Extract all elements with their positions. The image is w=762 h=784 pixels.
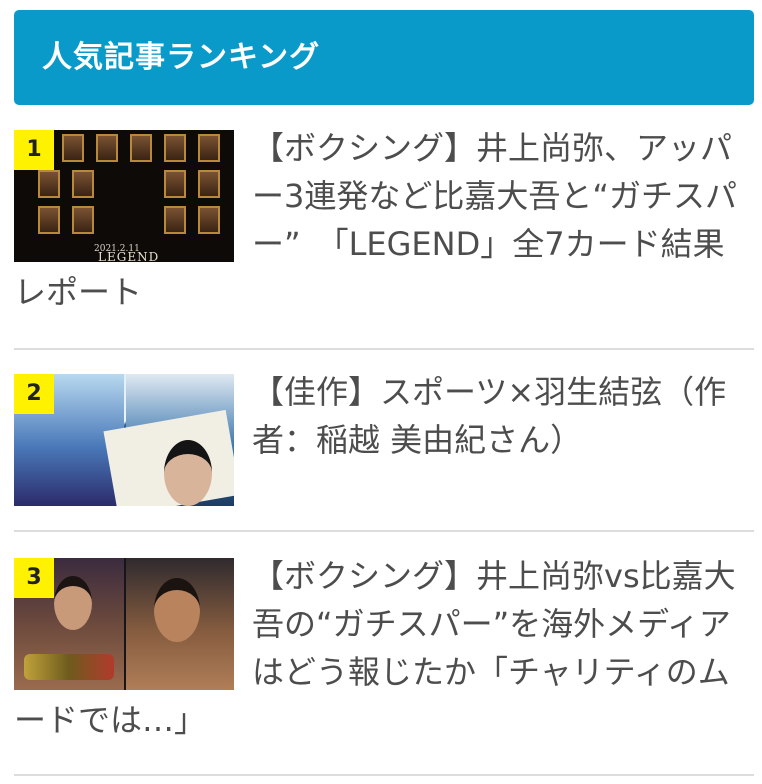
rank-badge-3: 3 xyxy=(14,558,54,598)
boxer-head xyxy=(154,578,200,642)
article-thumbnail-2[interactable]: 2 xyxy=(14,374,234,506)
championship-belt xyxy=(24,654,114,680)
item-divider xyxy=(14,774,754,776)
rank-badge-2: 2 xyxy=(14,374,54,414)
ranking-widget: 人気記事ランキング 1 2021.2.11 LEGEND 【ボクシング】井上尚弥… xyxy=(0,0,762,784)
item-divider xyxy=(14,530,754,532)
legend-logo: LEGEND xyxy=(98,250,160,262)
article-thumbnail-1[interactable]: 1 2021.2.11 LEGEND xyxy=(14,130,234,262)
skater-face xyxy=(164,440,212,506)
ranking-item-2[interactable]: 2 【佳作】スポーツ×羽生結弦（作者：稲越 美由紀さん） xyxy=(14,368,754,506)
poster-frame xyxy=(198,170,220,198)
poster-frame xyxy=(72,170,94,198)
item-divider xyxy=(14,348,754,350)
poster-frame xyxy=(62,134,84,162)
ranking-item-1[interactable]: 1 2021.2.11 LEGEND 【ボクシング】井上尚弥、アッパー3連発など… xyxy=(14,124,754,316)
poster-frame xyxy=(72,206,94,234)
boxer-head xyxy=(54,576,92,630)
poster-frame xyxy=(164,206,186,234)
poster-frame xyxy=(164,170,186,198)
poster-frame xyxy=(198,134,220,162)
article-thumbnail-3[interactable]: 3 xyxy=(14,558,234,690)
poster-frame xyxy=(198,206,220,234)
poster-frame xyxy=(38,170,60,198)
poster-frame xyxy=(164,134,186,162)
ranking-header: 人気記事ランキング xyxy=(14,10,754,105)
poster-frame xyxy=(38,206,60,234)
rank-badge-1: 1 xyxy=(14,130,54,170)
poster-frame xyxy=(96,134,118,162)
ranking-title: 人気記事ランキング xyxy=(42,40,321,75)
ranking-item-3[interactable]: 3 【ボクシング】井上尚弥vs比嘉大吾の“ガチスパー”を海外メディアはどう報じた… xyxy=(14,552,754,744)
poster-frame xyxy=(130,134,152,162)
